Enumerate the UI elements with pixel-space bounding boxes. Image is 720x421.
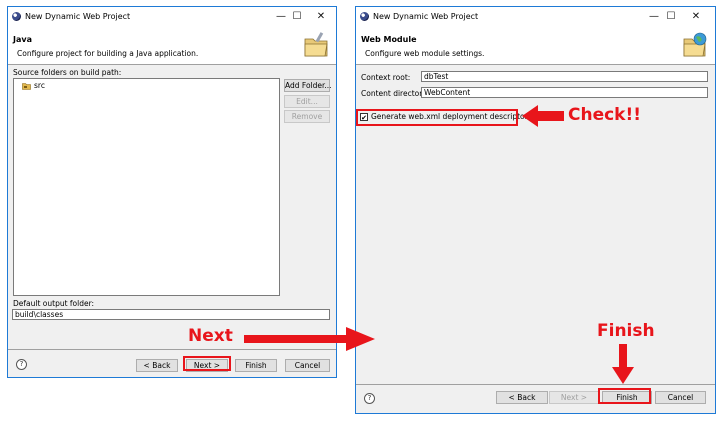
next-arrow-icon (244, 327, 375, 351)
cancel-button[interactable]: Cancel (285, 359, 330, 372)
web-module-dialog: New Dynamic Web Project — ☐ ✕ Web Module… (355, 6, 716, 414)
wizard-banner: Java Configure project for building a Ja… (8, 28, 336, 65)
page-title: Java (13, 35, 32, 44)
help-icon[interactable]: ? (16, 359, 27, 370)
wizard-banner: Web Module Configure web module settings… (356, 28, 715, 65)
content-directory-label: Content directory: (361, 89, 429, 98)
tree-item-label: src (34, 81, 45, 90)
eclipse-icon (360, 12, 369, 21)
window-title: New Dynamic Web Project (373, 12, 479, 21)
back-button[interactable]: < Back (496, 391, 548, 404)
output-folder-input[interactable] (12, 309, 330, 320)
check-arrow-icon (522, 105, 564, 127)
page-title: Web Module (361, 35, 417, 44)
maximize-icon[interactable]: ☐ (660, 10, 682, 24)
source-folder-icon (22, 82, 31, 90)
back-button[interactable]: < Back (136, 359, 178, 372)
content-directory-input[interactable] (421, 87, 708, 98)
close-icon[interactable]: ✕ (310, 10, 332, 24)
finish-annotation: Finish (597, 321, 655, 341)
next-button-highlight (183, 356, 231, 371)
finish-arrow-icon (612, 344, 634, 384)
remove-button[interactable]: Remove (284, 110, 330, 123)
maximize-icon[interactable]: ☐ (286, 10, 308, 24)
check-annotation: Check!! (568, 105, 641, 125)
tree-item-src[interactable]: src (22, 81, 45, 90)
output-folder-label: Default output folder: (13, 299, 95, 308)
web-folder-globe-icon (683, 32, 707, 57)
footer-separator (356, 384, 715, 385)
add-folder-button[interactable]: Add Folder... (284, 79, 332, 92)
finish-button[interactable]: Finish (235, 359, 277, 372)
finish-button-highlight (598, 388, 651, 404)
page-description: Configure project for building a Java ap… (17, 49, 199, 58)
source-folders-label: Source folders on build path: (13, 68, 122, 77)
folder-wizard-icon (304, 32, 328, 57)
next-annotation: Next (188, 326, 233, 346)
eclipse-icon (12, 12, 21, 21)
java-settings-dialog: New Dynamic Web Project — ☐ ✕ Java Confi… (7, 6, 337, 378)
close-icon[interactable]: ✕ (685, 10, 707, 24)
source-folders-tree[interactable]: src (13, 78, 280, 296)
context-root-input[interactable] (421, 71, 708, 82)
help-icon[interactable]: ? (364, 393, 375, 404)
edit-button[interactable]: Edit... (284, 95, 330, 108)
page-description: Configure web module settings. (365, 49, 485, 58)
context-root-label: Context root: (361, 73, 411, 82)
title-bar[interactable]: New Dynamic Web Project — ☐ ✕ (8, 7, 336, 28)
next-button[interactable]: Next > (549, 391, 599, 404)
window-title: New Dynamic Web Project (25, 12, 131, 21)
cancel-button[interactable]: Cancel (655, 391, 706, 404)
title-bar[interactable]: New Dynamic Web Project — ☐ ✕ (356, 7, 715, 28)
descriptor-highlight (356, 109, 518, 126)
